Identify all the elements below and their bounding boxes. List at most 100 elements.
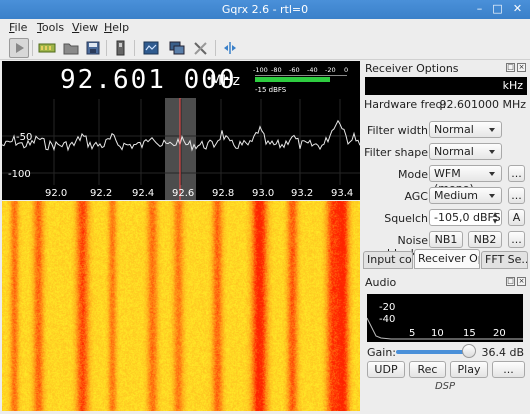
center-icon[interactable] bbox=[220, 38, 240, 58]
gain-slider-fill bbox=[396, 350, 470, 354]
menu-help[interactable]: Help bbox=[104, 21, 129, 34]
hardware-freq-label: Hardware freq: bbox=[364, 98, 447, 111]
float-icon[interactable]: □ bbox=[506, 277, 515, 286]
agc-select[interactable]: Medium bbox=[429, 187, 502, 204]
filter-width-value: Normal bbox=[434, 123, 474, 136]
play-button[interactable]: Play bbox=[450, 361, 488, 378]
toolbar-separator bbox=[106, 40, 107, 56]
filter-width-select[interactable]: Normal bbox=[429, 121, 502, 138]
receiver-options-title: Receiver Options bbox=[365, 62, 459, 75]
record-icon[interactable] bbox=[111, 38, 131, 58]
meter-scale-label: -20 bbox=[325, 66, 336, 74]
tools-icon[interactable] bbox=[191, 38, 211, 58]
mode-options-button[interactable]: ... bbox=[508, 165, 525, 182]
filter-shape-value: Normal bbox=[434, 145, 474, 158]
frequency-tick-label: 92.6 bbox=[172, 188, 194, 199]
gain-slider-handle[interactable] bbox=[462, 344, 476, 358]
menu-tools-label: ools bbox=[41, 21, 65, 34]
filter-width-label: Filter width bbox=[366, 124, 428, 137]
menu-file-label: ile bbox=[14, 21, 28, 34]
device-icon[interactable] bbox=[37, 38, 57, 58]
menu-bar: File Tools View Help bbox=[0, 19, 530, 36]
agc-options-button[interactable]: ... bbox=[508, 187, 525, 204]
spin-up-icon[interactable]: ▲ bbox=[491, 211, 499, 218]
udp-button[interactable]: UDP bbox=[367, 361, 405, 378]
frequency-tick-label: 92.0 bbox=[45, 188, 67, 199]
menu-help-label: elp bbox=[112, 21, 130, 34]
title-bar: Gqrx 2.6 - rtl=0 – □ ✕ bbox=[0, 0, 530, 19]
open-folder-icon[interactable] bbox=[61, 38, 81, 58]
frequency-tick-label: 93.2 bbox=[291, 188, 313, 199]
gain-label: Gain: bbox=[367, 346, 396, 359]
menu-tools[interactable]: Tools bbox=[37, 21, 64, 34]
audio-freq-label: 15 bbox=[463, 328, 476, 339]
squelch-input[interactable]: -105,0 dBFS ▲ ▼ bbox=[429, 209, 502, 226]
spectrum-plot[interactable]: -50 -100 92.0 92.2 92.4 92.6 92.8 93.0 93.2 93.… bbox=[2, 61, 360, 200]
frequency-tick-label: 93.0 bbox=[252, 188, 274, 199]
frequency-unit: MHz bbox=[210, 73, 240, 89]
rec-button[interactable]: Rec bbox=[409, 361, 446, 378]
minimize-button[interactable]: – bbox=[472, 2, 487, 16]
filter-shape-select[interactable]: Normal bbox=[429, 143, 502, 160]
hardware-freq-value: 92.601000 MHz bbox=[439, 98, 526, 111]
audio-freq-label: 20 bbox=[493, 328, 506, 339]
tab-input-controls[interactable]: Input co... bbox=[363, 251, 413, 269]
nb-options-button[interactable]: ... bbox=[508, 231, 525, 248]
tab-fft-settings[interactable]: FFT Se... bbox=[481, 251, 528, 269]
filter-shape-label: Filter shape bbox=[364, 146, 428, 159]
meter-scale-label: -80 bbox=[271, 66, 282, 74]
chevron-down-icon bbox=[489, 172, 495, 176]
mode-select[interactable]: WFM (mono) bbox=[429, 165, 502, 195]
frequency-tick-label: 92.8 bbox=[212, 188, 234, 199]
menu-file[interactable]: File bbox=[9, 21, 27, 34]
maximize-button[interactable]: □ bbox=[490, 2, 505, 16]
close-icon[interactable]: × bbox=[517, 277, 526, 286]
offset-display[interactable]: kHz bbox=[365, 77, 527, 95]
network-icon[interactable] bbox=[167, 38, 187, 58]
frequency-axis: 92.0 92.2 92.4 92.6 92.8 93.0 93.2 93.4 bbox=[45, 188, 353, 199]
squelch-label: Squelch bbox=[384, 212, 428, 225]
close-button[interactable]: ✕ bbox=[510, 2, 525, 16]
audio-options-button[interactable]: ... bbox=[492, 361, 525, 378]
config-icon[interactable] bbox=[141, 38, 161, 58]
tab-receiver-options[interactable]: Receiver Op... bbox=[414, 249, 480, 269]
frequency-tick-label: 92.4 bbox=[132, 188, 154, 199]
save-icon[interactable] bbox=[83, 38, 103, 58]
meter-bar bbox=[255, 77, 330, 82]
dock-tabs: Input co... Receiver Op... FFT Se... bbox=[362, 249, 530, 269]
audio-fft: -20 -40 5 10 15 20 bbox=[366, 294, 523, 342]
meter-label: -15 dBFS bbox=[255, 86, 287, 94]
close-icon[interactable]: × bbox=[517, 63, 526, 72]
nb1-button[interactable]: NB1 bbox=[429, 231, 463, 248]
meter-scale-label: -60 bbox=[289, 66, 300, 74]
mode-label: Mode bbox=[398, 168, 428, 181]
audio-freq-label: 10 bbox=[431, 328, 444, 339]
menu-view-label: iew bbox=[79, 21, 99, 34]
audio-freq-label: 5 bbox=[409, 328, 415, 339]
chevron-down-icon bbox=[489, 128, 495, 132]
waterfall[interactable] bbox=[2, 201, 360, 411]
squelch-auto-button[interactable]: A bbox=[508, 209, 525, 226]
toolbar bbox=[0, 36, 530, 60]
frequency-tick-label: 92.2 bbox=[90, 188, 112, 199]
audio-header: Audio □ × bbox=[362, 276, 528, 290]
chevron-down-icon bbox=[489, 194, 495, 198]
agc-label: AGC bbox=[404, 190, 428, 203]
gain-value: 36.4 dB bbox=[481, 346, 524, 359]
signal-meter: -100 -80 -60 -40 -20 0 -15 dBFS bbox=[253, 66, 348, 94]
dsp-label: DSP bbox=[434, 381, 456, 392]
float-icon[interactable]: □ bbox=[506, 63, 515, 72]
toolbar-separator bbox=[32, 40, 33, 56]
meter-scale-label: 0 bbox=[344, 66, 348, 74]
offset-unit: kHz bbox=[502, 79, 523, 92]
start-dsp-icon[interactable] bbox=[9, 38, 29, 58]
db-label: -50 bbox=[16, 132, 32, 143]
nb2-button[interactable]: NB2 bbox=[468, 231, 502, 248]
menu-view[interactable]: View bbox=[72, 21, 98, 34]
meter-scale-label: -100 bbox=[253, 66, 268, 74]
frequency-tick-label: 93.4 bbox=[331, 188, 353, 199]
right-dock: Receiver Options □ × kHz Hardware freq: … bbox=[362, 61, 530, 414]
waterfall-canvas[interactable] bbox=[2, 201, 360, 411]
chevron-down-icon bbox=[489, 150, 495, 154]
spin-down-icon[interactable]: ▼ bbox=[491, 218, 499, 225]
